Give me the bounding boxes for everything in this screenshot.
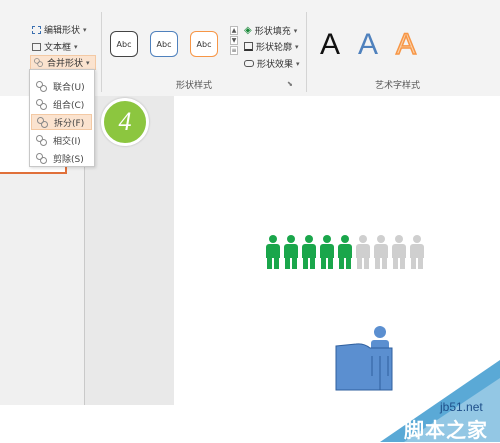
edit-shape-icon bbox=[32, 25, 41, 34]
paint-bucket-icon: ◈ bbox=[244, 25, 252, 36]
merge-menu-item-label: 剪除(S) bbox=[53, 154, 84, 165]
chevron-down-icon: ▾ bbox=[74, 42, 78, 51]
chevron-down-icon: ▾ bbox=[86, 58, 90, 67]
merge-menu-item-label: 组合(C) bbox=[53, 100, 85, 111]
merge-menu-item-label: 拆分(F) bbox=[54, 118, 85, 129]
watermark-site: jb51.net bbox=[440, 400, 483, 414]
merge-operation-icon bbox=[36, 152, 47, 164]
wordart-style-swatch[interactable]: A bbox=[358, 28, 378, 62]
shape-effects-icon bbox=[244, 60, 254, 67]
merge-menu-item-label: 联合(U) bbox=[53, 82, 85, 93]
group-separator bbox=[101, 12, 102, 92]
merge-menu-item[interactable]: 组合(C) bbox=[31, 96, 92, 112]
shape-styles-group-label: 形状样式 bbox=[176, 81, 213, 91]
shape-outline-button[interactable]: 形状轮廓 ▾ bbox=[244, 40, 299, 53]
shape-style-swatch[interactable]: Abc bbox=[150, 31, 178, 57]
chevron-down-icon: ▾ bbox=[295, 42, 299, 51]
people-icons-row bbox=[266, 235, 426, 275]
merge-operation-icon bbox=[36, 80, 47, 92]
dialog-launcher-icon[interactable]: ⬊ bbox=[287, 80, 293, 88]
wordart-group-label: 艺术字样式 bbox=[375, 81, 421, 91]
shape-style-gallery: Abc Abc Abc bbox=[110, 31, 218, 57]
merge-shapes-button[interactable]: 合并形状 ▾ bbox=[30, 55, 96, 70]
text-box-icon bbox=[32, 42, 41, 51]
gallery-scroll: ▲ ▼ ≡ bbox=[230, 26, 238, 55]
merge-menu-item[interactable]: 相交(I) bbox=[31, 132, 92, 148]
text-box-label: 文本框 bbox=[44, 43, 72, 53]
step-number: 4 bbox=[118, 107, 132, 136]
wordart-gallery: AAA bbox=[320, 27, 417, 62]
pencil-icon bbox=[244, 42, 253, 51]
chevron-down-icon: ▾ bbox=[296, 59, 300, 68]
edit-shape-label: 编辑形状 bbox=[44, 26, 81, 36]
shape-fill-button[interactable]: ◈ 形状填充 ▾ bbox=[244, 24, 297, 37]
merge-menu-item[interactable]: 剪除(S) bbox=[31, 150, 92, 166]
merge-shapes-menu: 联合(U) 组合(C) 拆分(F) 相交(I) 剪除(S) bbox=[29, 69, 95, 167]
shape-effects-button[interactable]: 形状效果 ▾ bbox=[244, 57, 300, 70]
scroll-up-button[interactable]: ▲ bbox=[230, 26, 238, 35]
chevron-down-icon: ▾ bbox=[293, 26, 298, 35]
step-badge: 4 bbox=[101, 98, 149, 146]
watermark-name: 脚本之家 bbox=[404, 418, 488, 442]
merge-shapes-icon bbox=[34, 58, 43, 67]
more-styles-button[interactable]: ≡ bbox=[230, 46, 238, 55]
wordart-style-swatch[interactable]: A bbox=[320, 28, 340, 62]
chevron-down-icon: ▾ bbox=[83, 25, 87, 34]
merge-menu-item-label: 相交(I) bbox=[53, 136, 81, 147]
shape-effects-label: 形状效果 bbox=[257, 60, 294, 70]
shape-outline-label: 形状轮廓 bbox=[256, 43, 293, 53]
merge-operation-icon bbox=[36, 134, 47, 146]
shape-style-swatch[interactable]: Abc bbox=[110, 31, 138, 57]
merge-menu-item[interactable]: 拆分(F) bbox=[31, 114, 92, 130]
text-box-button[interactable]: 文本框 ▾ bbox=[32, 40, 78, 53]
shape-fill-label: 形状填充 bbox=[254, 27, 291, 37]
wordart-style-swatch[interactable]: A bbox=[395, 27, 417, 62]
merge-menu-item[interactable]: 联合(U) bbox=[31, 78, 92, 94]
merge-operation-icon bbox=[36, 98, 47, 110]
edit-shape-button[interactable]: 编辑形状 ▾ bbox=[32, 23, 87, 36]
merge-operation-icon bbox=[37, 116, 48, 128]
group-separator bbox=[306, 12, 307, 92]
merge-shapes-label: 合并形状 bbox=[47, 59, 84, 69]
shape-style-swatch[interactable]: Abc bbox=[190, 31, 218, 57]
scroll-down-button[interactable]: ▼ bbox=[230, 36, 238, 45]
